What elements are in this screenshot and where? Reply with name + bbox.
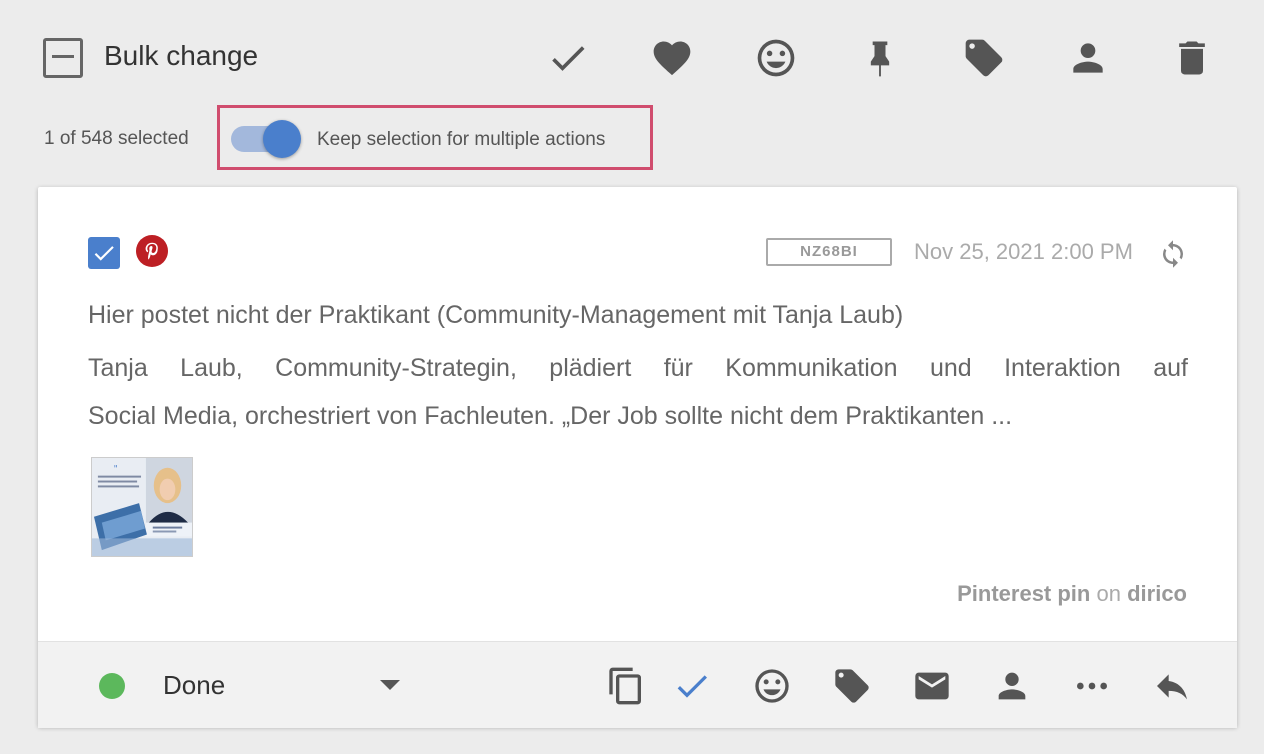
status-indicator xyxy=(99,673,125,699)
trash-icon[interactable] xyxy=(1170,36,1214,80)
reply-icon[interactable] xyxy=(1150,664,1194,708)
post-source: Pinterest pin on dirico xyxy=(957,581,1187,607)
check-icon[interactable] xyxy=(546,36,590,80)
toggle-knob[interactable] xyxy=(263,120,301,158)
copy-icon[interactable] xyxy=(604,664,648,708)
more-icon[interactable] xyxy=(1070,664,1114,708)
bulk-title: Bulk change xyxy=(104,40,259,71)
post-id-badge: NZ68BI xyxy=(766,238,892,266)
post-thumbnail[interactable]: " xyxy=(91,457,193,557)
post-body: Tanja Laub, Community-Strategin, plädier… xyxy=(88,344,1188,440)
post-title: Hier postet nicht der Praktikant (Commun… xyxy=(88,301,904,329)
selection-count: 1 of 548 selected xyxy=(44,128,189,149)
status-select[interactable]: Done xyxy=(163,670,225,701)
bulk-select-checkbox[interactable] xyxy=(43,38,83,78)
post-footer: Done xyxy=(38,641,1237,728)
post-body-line: Tanja Laub, Community-Strategin, plädier… xyxy=(88,354,1188,382)
check-icon[interactable] xyxy=(670,664,714,708)
tag-icon[interactable] xyxy=(962,36,1006,80)
keep-selection-toggle[interactable] xyxy=(229,120,301,158)
post-checkbox[interactable] xyxy=(88,237,120,269)
source-connector: on xyxy=(1096,581,1121,606)
person-icon[interactable] xyxy=(990,664,1034,708)
svg-text:": " xyxy=(114,465,118,475)
post-card: NZ68BI Nov 25, 2021 2:00 PM Hier postet … xyxy=(38,187,1237,728)
bulk-toolbar: Bulk change xyxy=(0,0,1264,110)
source-account[interactable]: dirico xyxy=(1127,581,1187,606)
pin-icon[interactable] xyxy=(858,36,902,80)
source-type: Pinterest pin xyxy=(957,581,1091,606)
post-date: Nov 25, 2021 2:00 PM xyxy=(914,239,1133,264)
pinterest-icon xyxy=(136,235,168,267)
smiley-icon[interactable] xyxy=(750,664,794,708)
sync-icon[interactable] xyxy=(1158,239,1188,269)
mail-icon[interactable] xyxy=(910,664,954,708)
person-icon[interactable] xyxy=(1066,36,1110,80)
smiley-icon[interactable] xyxy=(754,36,798,80)
post-body-line: Social Media, orchestriert von Fachleute… xyxy=(88,402,1013,430)
heart-icon[interactable] xyxy=(650,36,694,80)
tag-icon[interactable] xyxy=(830,664,874,708)
keep-selection-label: Keep selection for multiple actions xyxy=(317,129,606,150)
caret-down-icon[interactable] xyxy=(380,680,400,690)
